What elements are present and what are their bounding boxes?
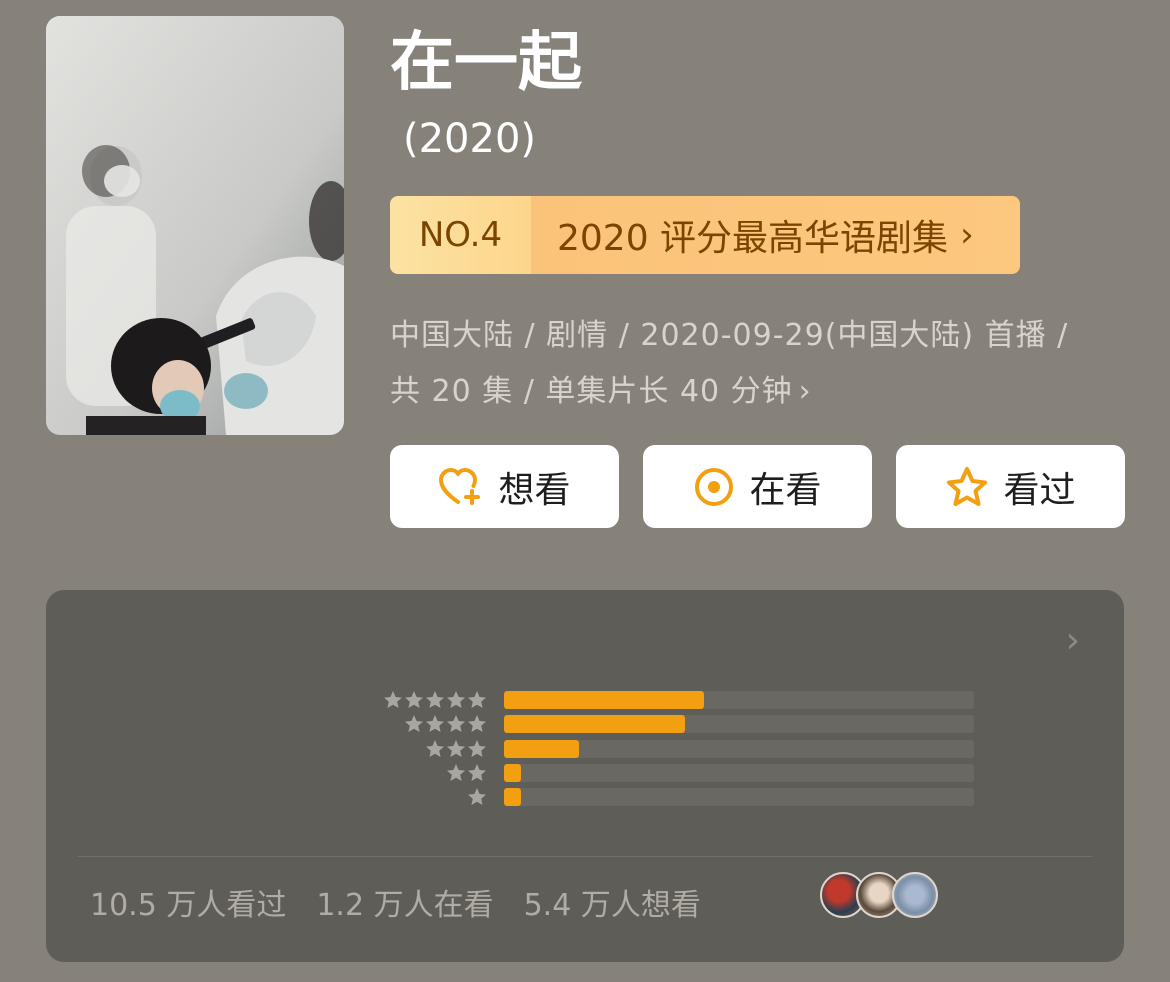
friend-avatars[interactable]: [820, 872, 940, 918]
rating-card[interactable]: › 10.5 万人看过 1.2 万人在看 5.4 万人想看: [46, 590, 1124, 962]
chevron-right-icon: ›: [798, 374, 812, 409]
poster-illustration: [46, 16, 344, 435]
want-to-watch-label: 想看: [498, 469, 571, 511]
avatar: [892, 872, 938, 918]
star-icon: [426, 691, 444, 708]
rating-row-2-star: [46, 763, 1124, 787]
star-icon: [384, 691, 402, 708]
chevron-right-icon[interactable]: ›: [1066, 620, 1080, 661]
star-icon: [426, 739, 444, 757]
rating-bar-fill: [504, 788, 522, 807]
star-group: [383, 690, 487, 710]
rating-bar-fill: [504, 691, 704, 709]
rating-row-3-star: [46, 739, 1124, 763]
star-icon: [447, 763, 465, 781]
star-icon: [468, 739, 486, 757]
rating-bar-track: [504, 715, 974, 734]
watched-button[interactable]: 看过: [896, 445, 1125, 528]
star-icon: [468, 715, 486, 733]
star-icon: [405, 715, 423, 733]
rating-bar-track: [504, 691, 974, 709]
chevron-right-icon: ›: [960, 215, 974, 255]
rating-bar-fill: [504, 739, 580, 758]
circle-dot-icon: [695, 467, 734, 506]
stat-want: 5.4 万人想看: [523, 888, 701, 923]
rank-label-wrap: 2020 评分最高华语剧集 ›: [531, 196, 1020, 274]
stat-watched: 10.5 万人看过: [90, 888, 287, 923]
rating-bar-fill: [504, 763, 522, 782]
watched-label: 看过: [1003, 469, 1076, 511]
rating-row-1-star: [46, 787, 1124, 811]
star-icon: [468, 691, 486, 708]
watching-button[interactable]: 在看: [643, 445, 872, 528]
star-outline-icon: [947, 466, 988, 506]
star-icon: [447, 739, 465, 757]
star-group: [404, 714, 487, 734]
star-icon: [468, 763, 486, 781]
action-buttons: 想看 在看 看过: [390, 445, 1125, 528]
rating-bar-fill: [504, 715, 685, 734]
want-to-watch-button[interactable]: 想看: [390, 445, 619, 528]
poster-image[interactable]: [46, 16, 344, 435]
star-group: [425, 739, 487, 759]
rating-row-5-star: [46, 690, 1124, 714]
star-icon: [405, 691, 423, 708]
rating-bar-track: [504, 739, 974, 758]
star-icon: [447, 691, 465, 708]
show-meta-info[interactable]: 中国大陆 / 剧情 / 2020-09-29(中国大陆) 首播 / 共 20 集…: [390, 308, 1130, 420]
divider: [78, 856, 1092, 857]
show-title: 在一起: [390, 26, 582, 100]
meta-line-1: 中国大陆 / 剧情 / 2020-09-29(中国大陆) 首播 /: [390, 318, 1069, 353]
star-group: [446, 763, 487, 783]
watch-stats: 10.5 万人看过 1.2 万人在看 5.4 万人想看: [90, 880, 701, 924]
rating-row-4-star: [46, 714, 1124, 738]
star-icon: [447, 715, 465, 733]
ranking-badge[interactable]: NO.4 2020 评分最高华语剧集 ›: [390, 196, 1020, 274]
rank-label: 2020 评分最高华语剧集: [557, 218, 949, 259]
stat-watching: 1.2 万人在看: [316, 888, 494, 923]
rating-bar-track: [504, 788, 974, 807]
show-year: (2020): [403, 116, 537, 162]
heart-plus-icon: [439, 467, 481, 505]
rating-bar-track: [504, 763, 974, 782]
meta-line-2: 共 20 集 / 单集片长 40 分钟: [390, 374, 793, 409]
rank-number: NO.4: [390, 196, 531, 274]
watching-label: 在看: [749, 469, 822, 511]
star-icon: [468, 788, 486, 806]
meta-line-2-wrap: 共 20 集 / 单集片长 40 分钟 ›: [390, 364, 1130, 420]
star-icon: [426, 715, 444, 733]
star-group: [467, 787, 487, 807]
